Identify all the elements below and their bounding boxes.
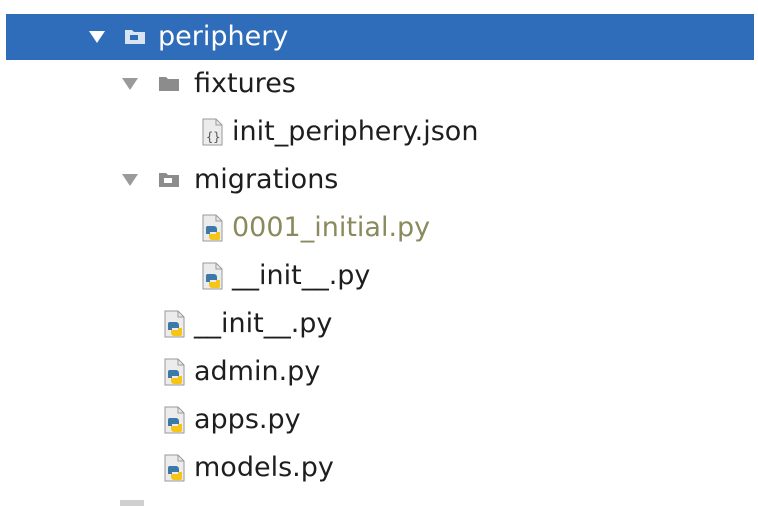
folder-icon: [159, 77, 179, 91]
next-row-edge: [120, 500, 144, 506]
tree-item-migrations[interactable]: migrations: [0, 157, 758, 203]
tree-item-label: init_periphery.json: [232, 116, 479, 147]
expand-arrow-icon[interactable]: [122, 78, 138, 90]
tree-item-label: __init__.py: [194, 308, 333, 339]
python-file-icon: [202, 214, 223, 242]
project-tree: periphery fixtures {} init_periphery.jso…: [0, 0, 758, 506]
tree-item-migrations-init-py[interactable]: __init__.py: [0, 253, 758, 299]
json-file-icon: {}: [202, 118, 223, 146]
expand-arrow-icon[interactable]: [89, 31, 105, 43]
svg-text:{}: {}: [206, 130, 220, 144]
tree-item-models-py[interactable]: models.py: [0, 445, 758, 491]
folder-icon: [159, 173, 179, 187]
python-file-icon: [164, 406, 185, 434]
tree-item-apps-py[interactable]: apps.py: [0, 397, 758, 443]
tree-item-label: periphery: [158, 21, 289, 52]
python-file-icon: [164, 358, 185, 386]
tree-item-label: __init__.py: [232, 260, 371, 291]
tree-item-init-periphery-json[interactable]: {} init_periphery.json: [0, 109, 758, 155]
tree-item-label: migrations: [194, 164, 339, 195]
tree-item-label: admin.py: [194, 356, 321, 387]
folder-icon: [125, 30, 145, 44]
tree-item-label: apps.py: [194, 404, 301, 435]
tree-item-admin-py[interactable]: admin.py: [0, 349, 758, 395]
python-file-icon: [202, 262, 223, 290]
tree-item-0001-initial-py[interactable]: 0001_initial.py: [0, 205, 758, 251]
expand-arrow-icon[interactable]: [122, 174, 138, 186]
tree-item-periphery[interactable]: periphery: [6, 14, 754, 60]
tree-item-label: models.py: [194, 452, 334, 483]
python-file-icon: [164, 454, 185, 482]
tree-item-init-py[interactable]: __init__.py: [0, 301, 758, 347]
tree-item-label: 0001_initial.py: [232, 212, 431, 243]
python-file-icon: [164, 310, 185, 338]
tree-item-fixtures[interactable]: fixtures: [0, 61, 758, 107]
tree-item-label: fixtures: [194, 68, 296, 99]
